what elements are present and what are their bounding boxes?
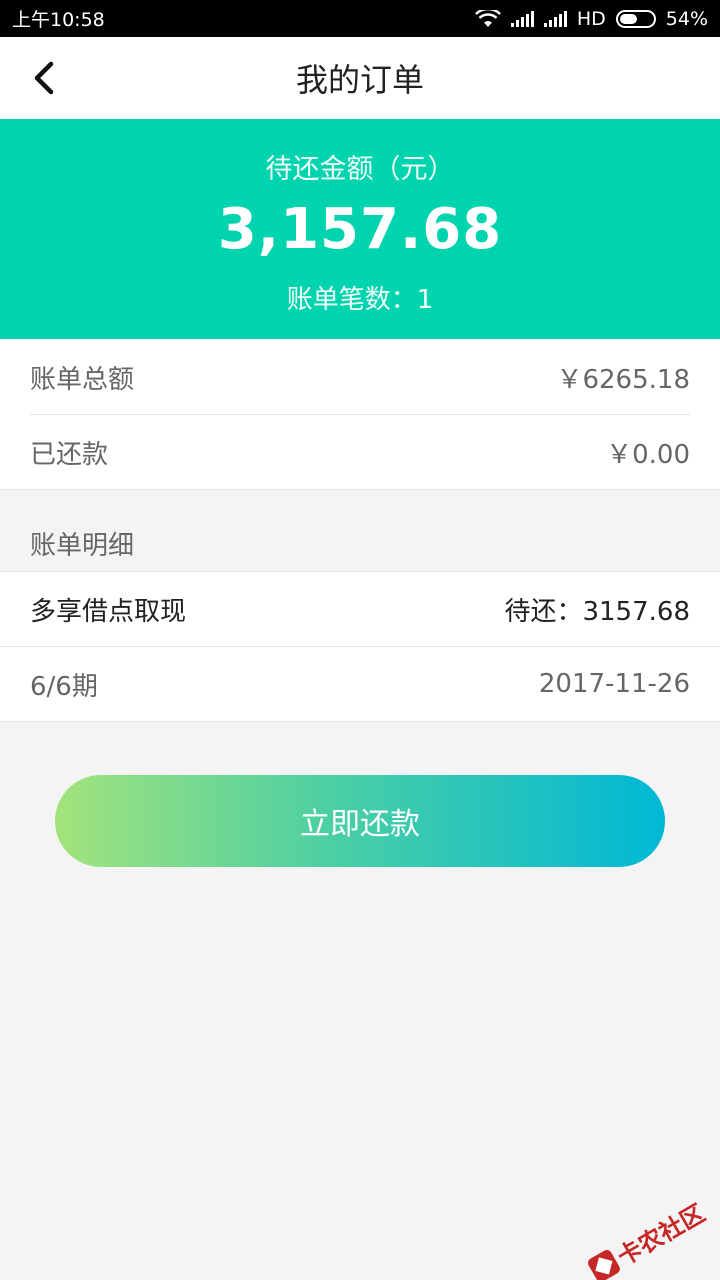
product-name: 多享借点取现 — [30, 596, 187, 627]
signal-1-icon — [510, 10, 534, 27]
network-type: HD — [576, 7, 606, 30]
summary-banner: 待还金额（元） 3,157.68 账单笔数：1 — [0, 119, 720, 339]
paid-row: 已还款 ￥0.00 — [0, 415, 720, 489]
chevron-left-icon — [34, 61, 54, 95]
paid-label: 已还款 — [30, 439, 109, 470]
back-button[interactable] — [22, 55, 66, 101]
paid-value: ￥0.00 — [606, 439, 690, 470]
watermark: 卡农社区 — [584, 1194, 711, 1280]
bill-count: 账单笔数：1 — [286, 285, 434, 315]
bill-detail-card[interactable]: 多享借点取现 待还：3157.68 6/6期 2017-11-26 — [0, 571, 720, 722]
divider — [0, 721, 720, 722]
outstanding-label: 待还金额（元） — [265, 154, 455, 185]
period: 6/6期 — [30, 671, 98, 702]
section-title: 账单明细 — [30, 531, 135, 561]
due-amount: 待还：3157.68 — [504, 596, 690, 627]
totals-card: 账单总额 ￥6265.18 已还款 ￥0.00 — [0, 340, 720, 490]
watermark-text: 卡农社区 — [612, 1199, 710, 1272]
status-bar: 上午10:58 HD 54% — [0, 0, 720, 37]
battery-icon — [615, 9, 656, 28]
bill-period-row: 6/6期 2017-11-26 — [0, 647, 720, 721]
bill-product-row: 多享借点取现 待还：3157.68 — [0, 572, 720, 646]
total-label: 账单总额 — [30, 364, 135, 395]
page-title: 我的订单 — [295, 61, 424, 99]
due-date: 2017-11-26 — [538, 669, 690, 699]
signal-2-icon — [543, 10, 567, 27]
total-value: ￥6265.18 — [556, 364, 690, 395]
status-icons: HD 54% — [474, 7, 708, 30]
nav-bar: 我的订单 — [0, 37, 720, 119]
outstanding-amount: 3,157.68 — [217, 197, 503, 262]
repay-now-button[interactable]: 立即还款 — [55, 775, 665, 867]
divider — [0, 489, 720, 490]
wifi-icon — [474, 9, 501, 27]
status-time: 上午10:58 — [12, 9, 105, 31]
battery-percent: 54% — [665, 7, 708, 30]
total-amount-row: 账单总额 ￥6265.18 — [0, 340, 720, 414]
